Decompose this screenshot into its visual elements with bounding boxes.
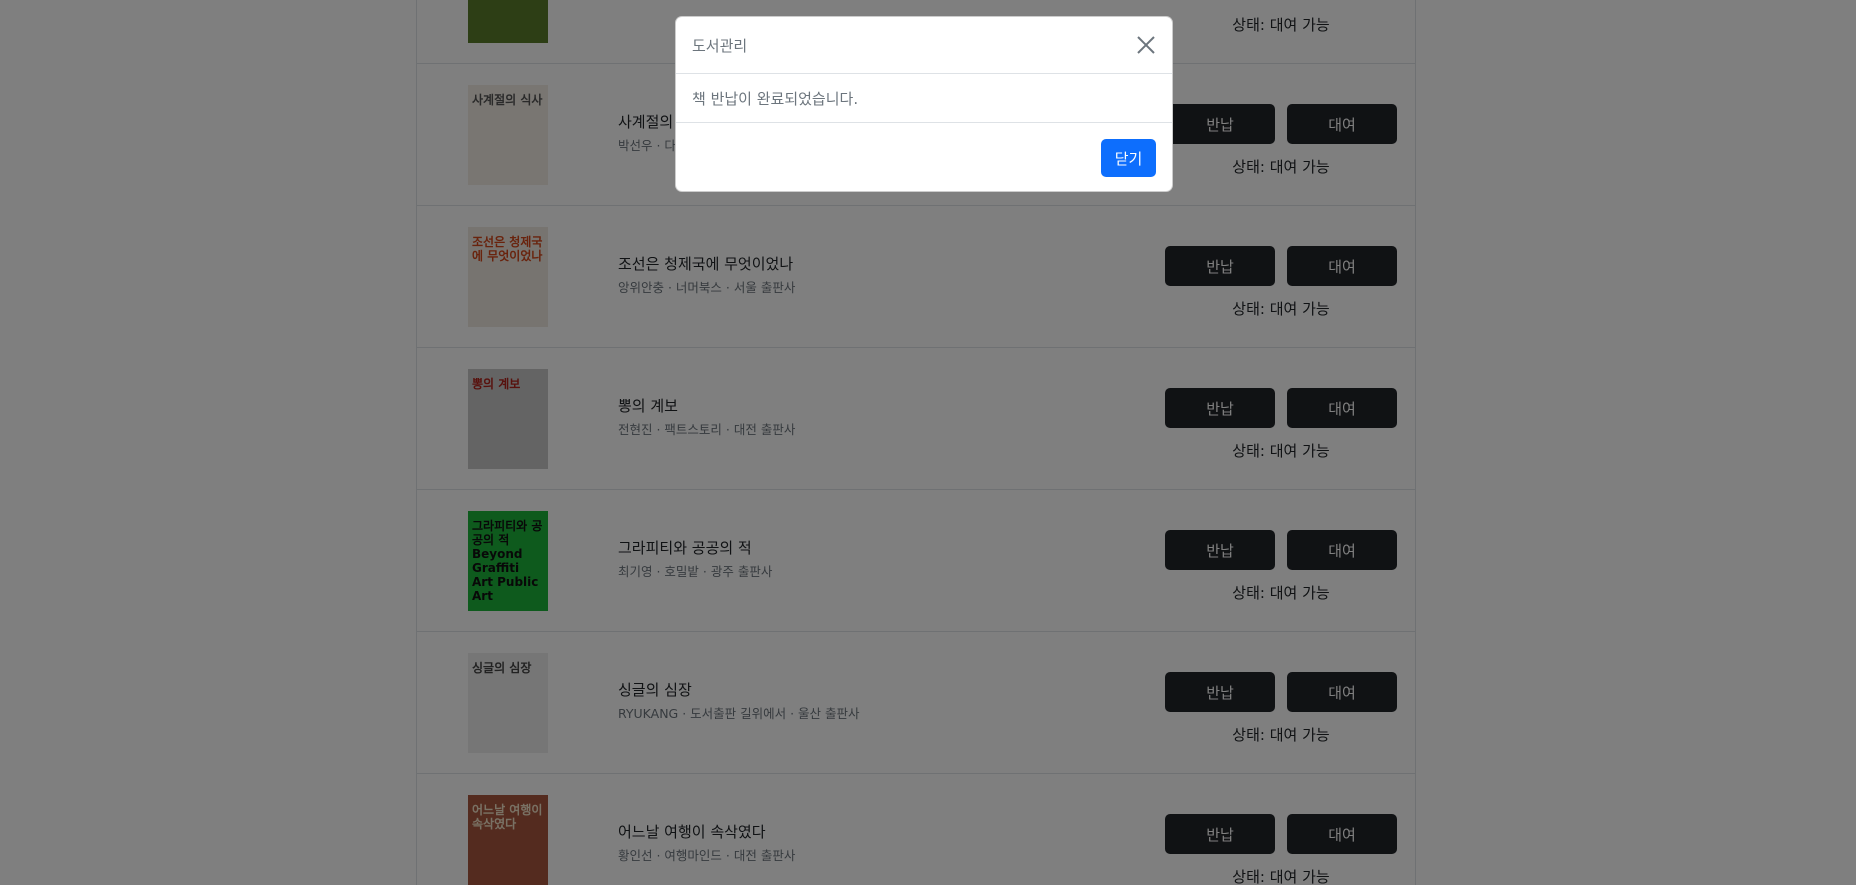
modal-close-button[interactable] [1132, 31, 1160, 59]
modal-dismiss-button[interactable]: 닫기 [1101, 139, 1156, 177]
close-icon [1137, 36, 1155, 54]
modal-footer: 닫기 [676, 123, 1172, 191]
modal-header: 도서관리 [676, 17, 1172, 74]
book-management-modal: 도서관리 책 반납이 완료되었습니다. 닫기 [675, 16, 1173, 192]
modal-message: 책 반납이 완료되었습니다. [692, 90, 859, 108]
modal-body: 책 반납이 완료되었습니다. [676, 74, 1172, 123]
modal-title: 도서관리 [692, 37, 748, 55]
